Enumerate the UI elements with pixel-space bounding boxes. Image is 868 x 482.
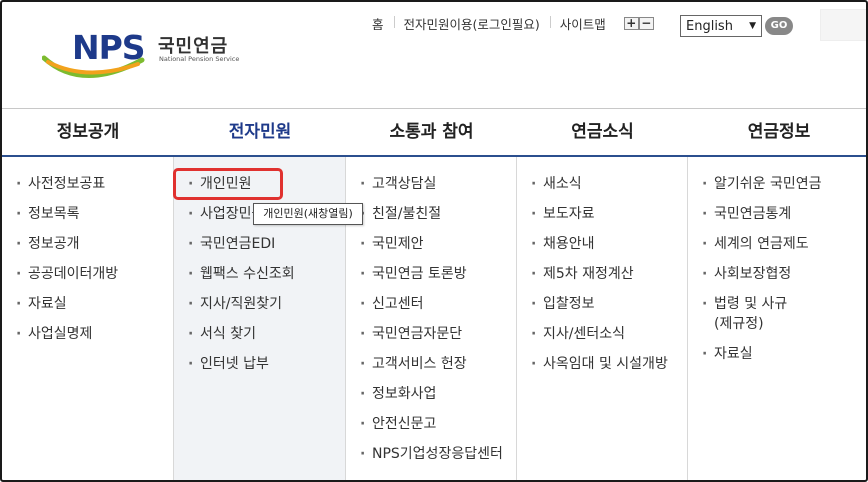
- zoom-in-button[interactable]: +: [623, 17, 639, 30]
- menu-item[interactable]: 정보목록: [2, 204, 173, 234]
- global-nav: 정보공개 전자민원 소통과 참여 연금소식 연금정보: [2, 109, 866, 155]
- menu-item[interactable]: 사업실명제: [2, 324, 173, 354]
- e-civil-login-link[interactable]: 전자민원이용(로그인필요): [393, 14, 550, 33]
- gnb-pension-info[interactable]: 연금정보: [688, 109, 866, 155]
- menu-item[interactable]: 입찰정보: [517, 294, 687, 324]
- menu-item[interactable]: 보도자료: [517, 204, 687, 234]
- highlight-personal-civil: [173, 168, 283, 200]
- menu-item[interactable]: 법령 및 사규(제규정): [688, 294, 798, 344]
- menu-item[interactable]: 고객서비스 헌장: [346, 354, 516, 384]
- menu-item[interactable]: 국민연금 토론방: [346, 264, 516, 294]
- tooltip: 개인민원(새창열림): [253, 203, 363, 225]
- menu-item[interactable]: 국민제안: [346, 234, 516, 264]
- menu-item[interactable]: 채용안내: [517, 234, 687, 264]
- menu-item[interactable]: 신고센터: [346, 294, 516, 324]
- menu-item[interactable]: 지사/센터소식: [517, 324, 687, 354]
- menu-col-pension-info: 알기쉬운 국민연금 국민연금통계 세계의 연금제도 사회보장협정 법령 및 사규…: [688, 157, 866, 480]
- menu-col-communication: 고객상담실 친절/불친절 국민제안 국민연금 토론방 신고센터 국민연금자문단 …: [346, 157, 517, 480]
- gnb-e-civil[interactable]: 전자민원: [174, 109, 346, 155]
- language-select[interactable]: English ▼: [680, 15, 762, 37]
- menu-item[interactable]: 공공데이터개방: [2, 264, 173, 294]
- logo-name-en: National Pension Service: [159, 55, 240, 63]
- gnb-info-disclosure[interactable]: 정보공개: [2, 109, 174, 155]
- menu-item[interactable]: 알기쉬운 국민연금: [688, 174, 866, 204]
- menu-col-info-disclosure: 사전정보공표 정보목록 정보공개 공공데이터개방 자료실 사업실명제: [2, 157, 174, 480]
- zoom-out-button[interactable]: −: [638, 17, 654, 30]
- language-selected: English: [686, 18, 733, 34]
- logo-brand: NPS: [72, 28, 146, 67]
- menu-item[interactable]: 국민연금자문단: [346, 324, 516, 354]
- menu-item[interactable]: 인터넷 납부: [174, 354, 345, 384]
- menu-item[interactable]: 친절/불친절: [346, 204, 516, 234]
- menu-item[interactable]: 세계의 연금제도: [688, 234, 866, 264]
- menu-item[interactable]: 국민연금통계: [688, 204, 866, 234]
- gnb-pension-news[interactable]: 연금소식: [517, 109, 688, 155]
- menu-item[interactable]: 사전정보공표: [2, 174, 173, 204]
- menu-item[interactable]: 사회보장협정: [688, 264, 866, 294]
- menu-item[interactable]: 웹팩스 수신조회: [174, 264, 345, 294]
- menu-item[interactable]: 국민연금EDI: [174, 234, 345, 264]
- go-button[interactable]: GO: [765, 17, 793, 35]
- gnb-communication[interactable]: 소통과 참여: [346, 109, 517, 155]
- menu-item[interactable]: 정보화사업: [346, 384, 516, 414]
- menu-item[interactable]: 고객상담실: [346, 174, 516, 204]
- menu-item[interactable]: 새소식: [517, 174, 687, 204]
- utility-nav: 홈 전자민원이용(로그인필요) 사이트맵 + −: [362, 14, 654, 33]
- menu-item[interactable]: 자료실: [2, 294, 173, 324]
- menu-item[interactable]: 지사/직원찾기: [174, 294, 345, 324]
- browser-frame: NPS 국민연금 National Pension Service 홈 전자민원…: [0, 0, 868, 482]
- menu-item[interactable]: 안전신문고: [346, 414, 516, 444]
- sitemap-link[interactable]: 사이트맵: [549, 14, 616, 33]
- menu-col-pension-news: 새소식 보도자료 채용안내 제5차 재정계산 입찰정보 지사/센터소식 사옥임대…: [517, 157, 688, 480]
- menu-item[interactable]: 서식 찾기: [174, 324, 345, 354]
- menu-item[interactable]: NPS기업성장응답센터: [346, 444, 516, 474]
- menu-item[interactable]: 자료실: [688, 344, 866, 374]
- menu-item[interactable]: 제5차 재정계산: [517, 264, 687, 294]
- menu-item[interactable]: 사옥임대 및 시설개방: [517, 354, 687, 384]
- menu-item[interactable]: 정보공개: [2, 234, 173, 264]
- nps-logo[interactable]: NPS 국민연금 National Pension Service: [42, 26, 242, 82]
- home-link[interactable]: 홈: [362, 14, 394, 33]
- chevron-down-icon: ▼: [749, 21, 756, 31]
- zoom-controls: + −: [623, 17, 654, 30]
- header-placeholder-box: [820, 9, 866, 41]
